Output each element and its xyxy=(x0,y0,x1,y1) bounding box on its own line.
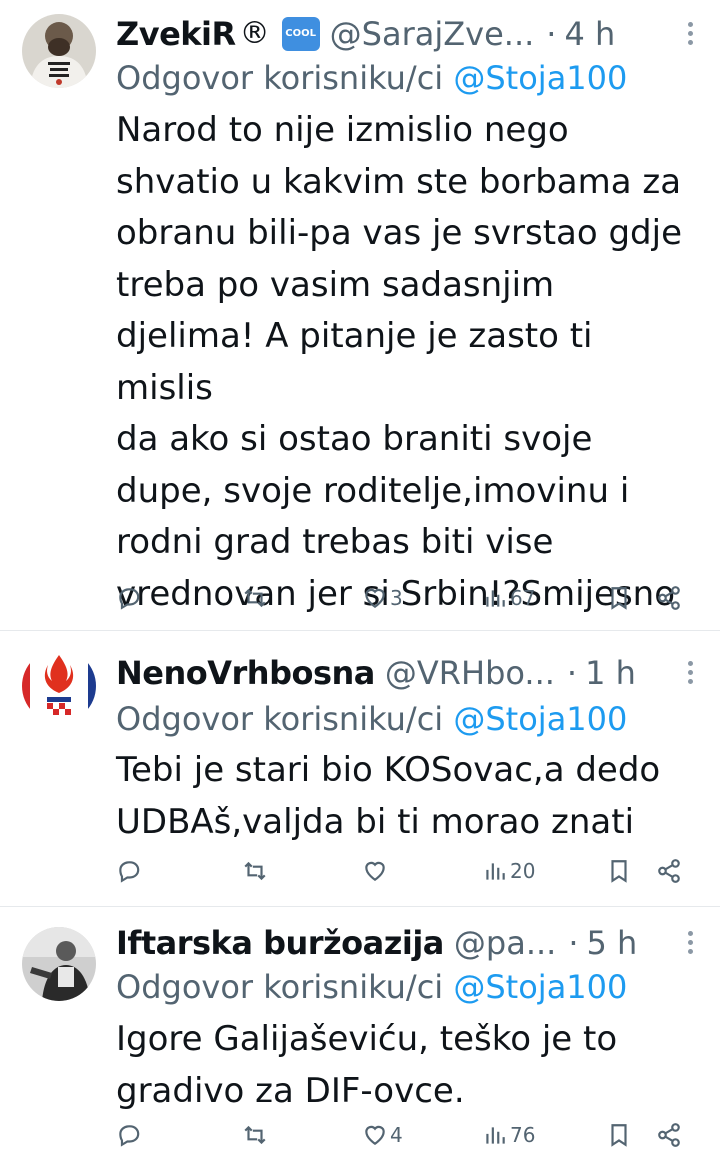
like-button[interactable] xyxy=(362,851,388,891)
avatar[interactable] xyxy=(22,649,96,723)
views-count: 76 xyxy=(510,1123,536,1147)
avatar-image xyxy=(22,14,96,88)
registered-mark: ® xyxy=(239,16,270,51)
retweet-icon xyxy=(244,588,266,608)
avatar-image xyxy=(22,927,96,1001)
reply-mention-link[interactable]: @Stoja100 xyxy=(453,59,627,97)
views-button[interactable]: 20 xyxy=(482,851,535,891)
tweet[interactable]: ZvekiR ® COOL @SarajZve... · 4 h Odgovor… xyxy=(0,0,720,631)
bookmark-button[interactable] xyxy=(606,578,632,618)
tweet[interactable]: Iftarska buržoazija @pa... · 5 h Odgovor… xyxy=(0,907,720,1158)
share-icon xyxy=(658,859,680,883)
views-button[interactable]: 67 xyxy=(482,578,535,618)
tweet-header: NenoVrhbosna @VRHbo... · 1 h xyxy=(116,653,720,693)
retweet-icon xyxy=(244,861,266,881)
avatar[interactable] xyxy=(22,927,96,1001)
tweet-text: Igore Galijaševiću, teško je to gradivo … xyxy=(116,1019,618,1111)
like-count: 4 xyxy=(390,1123,403,1147)
more-icon[interactable] xyxy=(686,661,694,685)
share-icon xyxy=(658,586,680,610)
like-button[interactable]: 4 xyxy=(362,1115,403,1155)
timestamp[interactable]: 4 h xyxy=(564,14,615,54)
display-name[interactable]: Iftarska buržoazija xyxy=(116,923,444,963)
bookmark-button[interactable] xyxy=(606,851,632,891)
bookmark-icon xyxy=(611,860,627,883)
reply-prefix: Odgovor korisniku/ci xyxy=(116,700,444,738)
reply-prefix: Odgovor korisniku/ci xyxy=(116,59,444,97)
views-count: 20 xyxy=(510,859,536,883)
share-button[interactable] xyxy=(656,578,682,618)
reply-context: Odgovor korisniku/ci @Stoja100 xyxy=(116,58,627,98)
reply-icon xyxy=(119,861,140,883)
bookmark-button[interactable] xyxy=(606,1115,632,1155)
more-icon[interactable] xyxy=(686,22,694,46)
cool-badge-icon: COOL xyxy=(281,17,320,51)
views-icon xyxy=(486,863,505,880)
like-icon xyxy=(365,861,385,881)
bookmark-icon xyxy=(611,587,627,610)
share-button[interactable] xyxy=(656,851,682,891)
avatar[interactable] xyxy=(22,14,96,88)
like-icon xyxy=(365,1125,385,1145)
avatar-image xyxy=(22,649,96,723)
reply-button[interactable] xyxy=(116,1115,142,1155)
action-bar: 3 67 xyxy=(116,578,720,618)
display-name[interactable]: ZvekiR xyxy=(116,14,236,54)
reply-icon xyxy=(119,588,140,610)
tweet[interactable]: NenoVrhbosna @VRHbo... · 1 h Odgovor kor… xyxy=(0,631,720,907)
like-icon xyxy=(365,588,385,608)
views-icon xyxy=(486,590,505,607)
share-button[interactable] xyxy=(656,1115,682,1155)
retweet-icon xyxy=(244,1125,266,1145)
reply-mention-link[interactable]: @Stoja100 xyxy=(453,700,627,738)
action-bar: 20 xyxy=(116,851,720,891)
action-bar: 4 76 xyxy=(116,1115,720,1155)
like-button[interactable]: 3 xyxy=(362,578,403,618)
separator-dot: · xyxy=(546,15,557,53)
timestamp[interactable]: 5 h xyxy=(587,923,638,963)
views-button[interactable]: 76 xyxy=(482,1115,535,1155)
retweet-button[interactable] xyxy=(242,578,268,618)
reply-mention-link[interactable]: @Stoja100 xyxy=(453,968,627,1006)
display-name[interactable]: NenoVrhbosna xyxy=(116,653,375,693)
reply-icon xyxy=(119,1125,140,1147)
reply-context: Odgovor korisniku/ci @Stoja100 xyxy=(116,699,627,739)
timestamp[interactable]: 1 h xyxy=(585,653,636,693)
share-icon xyxy=(658,1123,680,1147)
tweet-text: Tebi je stari bio KOSovac,a dedo UDBAš,v… xyxy=(116,750,661,842)
tweet-header: ZvekiR ® COOL @SarajZve... · 4 h xyxy=(116,14,720,54)
reply-button[interactable] xyxy=(116,851,142,891)
tweet-header: Iftarska buržoazija @pa... · 5 h xyxy=(116,923,720,963)
views-count: 67 xyxy=(510,586,536,610)
reply-context: Odgovor korisniku/ci @Stoja100 xyxy=(116,967,627,1007)
retweet-button[interactable] xyxy=(242,1115,268,1155)
reply-prefix: Odgovor korisniku/ci xyxy=(116,968,444,1006)
more-icon[interactable] xyxy=(686,931,694,955)
user-handle[interactable]: @pa... xyxy=(454,923,556,963)
tweet-text: Narod to nije izmislio nego shvatio u ka… xyxy=(116,110,682,614)
user-handle[interactable]: @VRHbo... xyxy=(385,653,555,693)
bookmark-icon xyxy=(611,1124,627,1147)
user-handle[interactable]: @SarajZve... xyxy=(330,14,535,54)
retweet-button[interactable] xyxy=(242,851,268,891)
reply-button[interactable] xyxy=(116,578,142,618)
like-count: 3 xyxy=(390,586,403,610)
views-icon xyxy=(486,1127,505,1144)
separator-dot: · xyxy=(566,654,578,692)
separator-dot: · xyxy=(568,924,579,962)
